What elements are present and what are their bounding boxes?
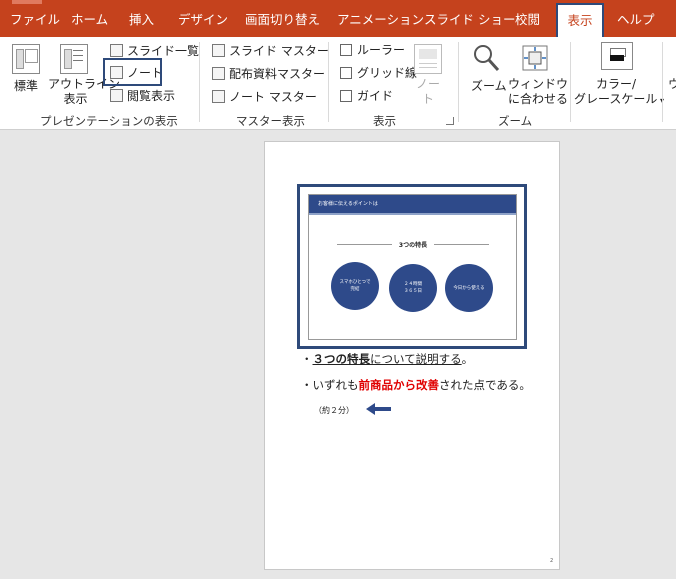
- note-emphasis: ３つの特長: [312, 352, 371, 366]
- fit-label-1: ウィンドウ: [508, 77, 569, 91]
- notes-toggle-button[interactable]: ノー ト: [414, 77, 442, 107]
- cut-off-button-label[interactable]: ウ: [668, 77, 676, 92]
- tab-design[interactable]: デザイン: [178, 0, 228, 37]
- slide-sorter-icon: [110, 44, 123, 57]
- ruler-label: ルーラー: [357, 43, 406, 57]
- magnifier-icon[interactable]: [472, 43, 500, 73]
- handout-master-button[interactable]: 配布資料マスター: [229, 67, 325, 82]
- tab-insert[interactable]: 挿入: [129, 0, 154, 37]
- notes-master-icon: [212, 90, 225, 103]
- guides-label: ガイド: [357, 89, 394, 103]
- group-divider: [570, 42, 571, 122]
- tab-review[interactable]: 校閲: [515, 0, 540, 37]
- group-divider: [328, 42, 329, 122]
- gridlines-checkbox[interactable]: [340, 67, 352, 79]
- normal-view-button[interactable]: 標準: [14, 79, 38, 94]
- tab-home[interactable]: ホーム: [71, 0, 108, 37]
- gridlines-label: グリッド線: [357, 66, 418, 80]
- normal-view-icon[interactable]: [12, 44, 40, 74]
- group-divider: [662, 42, 663, 122]
- notes-master-button[interactable]: ノート マスター: [229, 90, 317, 105]
- note-red-emphasis: 前商品から改善: [358, 378, 440, 392]
- tab-animations[interactable]: アニメーション: [337, 0, 424, 37]
- note-period: 。: [461, 352, 474, 366]
- note-line-2[interactable]: ・いずれも前商品から改善された点である。: [301, 377, 531, 393]
- guides-checkbox[interactable]: [340, 90, 352, 102]
- note-text: ・いずれも: [301, 378, 359, 392]
- tab-slideshow[interactable]: スライド ショー: [424, 0, 515, 37]
- tab-help[interactable]: ヘルプ: [617, 0, 655, 37]
- tab-file[interactable]: ファイル: [10, 0, 60, 37]
- view-tab-highlight: [556, 3, 604, 39]
- slide-sorter-button[interactable]: スライド一覧: [127, 44, 199, 59]
- fit-label-2: に合わせる: [508, 92, 569, 106]
- notes-button-highlight: [103, 58, 162, 86]
- note-bullet: ・: [301, 352, 313, 366]
- group-divider: [199, 42, 200, 122]
- fit-to-window-icon[interactable]: [520, 43, 550, 73]
- page-number: 2: [550, 558, 554, 564]
- ruler-checkbox[interactable]: [340, 44, 352, 56]
- tab-transitions[interactable]: 画面切り替え: [245, 0, 320, 37]
- group-label-master-views: マスター表示: [236, 114, 305, 128]
- group-label-presentation-views: プレゼンテーションの表示: [40, 114, 178, 128]
- arrow-left-icon: [366, 403, 391, 415]
- note-line-3[interactable]: （約２分）: [314, 405, 354, 416]
- zoom-button[interactable]: ズーム: [471, 79, 507, 94]
- note-text: された点である。: [439, 378, 531, 392]
- note-line-1[interactable]: ・３つの特長について説明する。: [301, 351, 473, 367]
- outline-view-icon[interactable]: [60, 44, 88, 74]
- notes-toggle-icon[interactable]: [414, 44, 442, 74]
- handout-master-icon: [212, 67, 225, 80]
- group-label-zoom: ズーム: [498, 114, 533, 128]
- group-label-show: 表示: [373, 114, 396, 128]
- outline-label-2: 表示: [63, 92, 88, 106]
- outline-view-button[interactable]: アウトライン 表示: [48, 77, 120, 107]
- reading-view-button[interactable]: 閲覧表示: [127, 89, 175, 104]
- slide-master-icon: [212, 44, 225, 57]
- color-grayscale-button[interactable]: カラー/ グレースケール ▾: [574, 77, 664, 108]
- color-grayscale-icon[interactable]: [601, 42, 633, 70]
- reading-view-icon: [110, 89, 123, 102]
- notes-toggle-label-2: ト: [421, 92, 434, 106]
- slide-thumbnail-highlight: [297, 184, 527, 349]
- group-divider: [458, 42, 459, 122]
- slide-master-button[interactable]: スライド マスター: [229, 44, 329, 59]
- note-underlined: について説明する: [370, 352, 462, 366]
- dialog-launcher-icon[interactable]: [446, 117, 454, 125]
- fit-to-window-button[interactable]: ウィンドウ に合わせる: [508, 77, 568, 107]
- color-label-2: グレースケール: [574, 92, 658, 106]
- color-label-1: カラー/: [595, 77, 637, 91]
- notes-toggle-label-1: ノー: [415, 77, 440, 91]
